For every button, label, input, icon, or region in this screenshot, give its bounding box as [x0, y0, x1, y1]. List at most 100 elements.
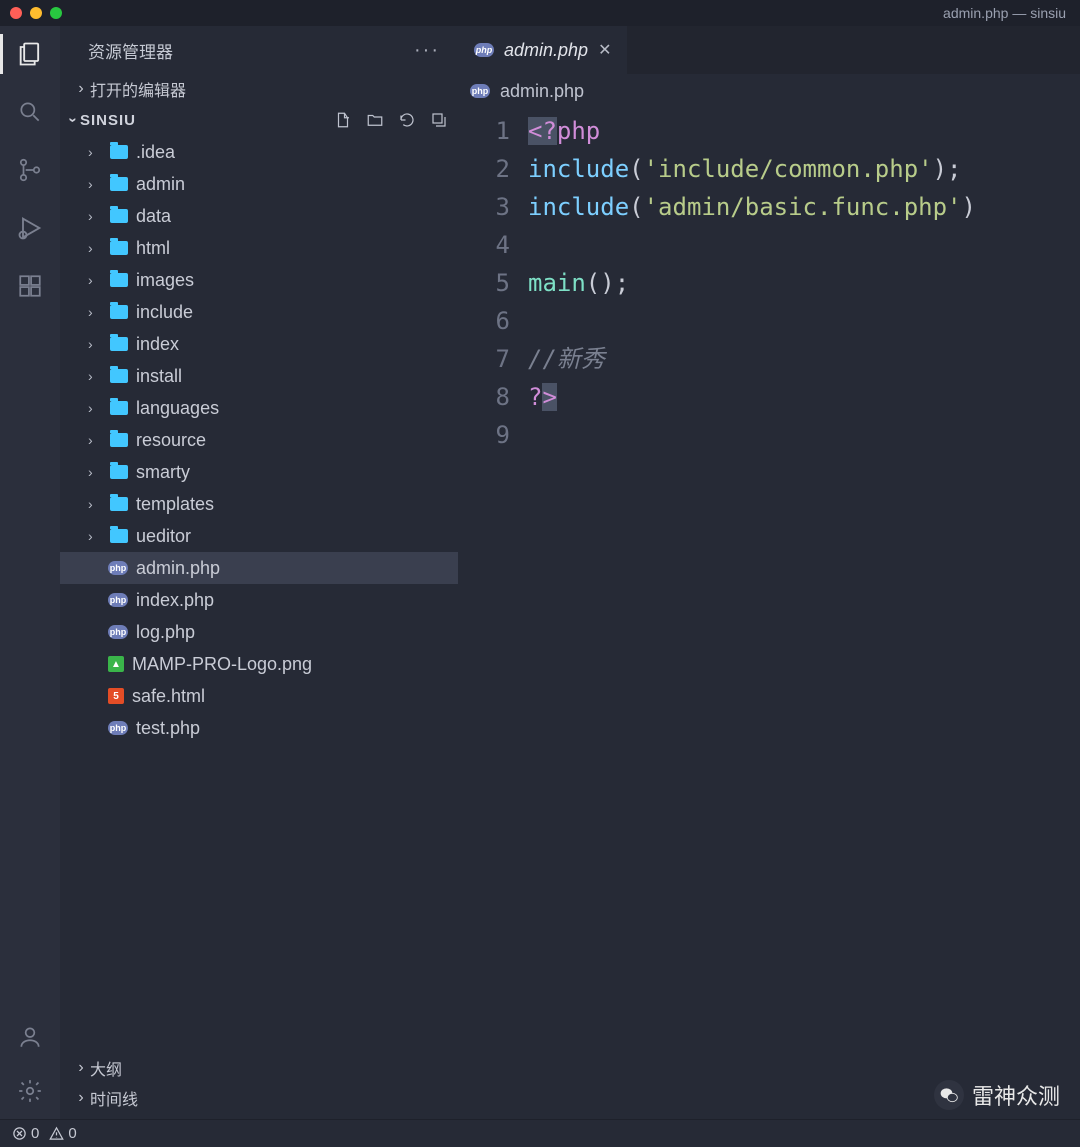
collapse-all-icon[interactable] [430, 111, 448, 129]
file-MAMP-PRO-Logo.png[interactable]: ▲ MAMP-PRO-Logo.png [60, 648, 458, 680]
account-icon[interactable] [16, 1023, 44, 1051]
folder-label: ueditor [136, 526, 191, 547]
refresh-icon[interactable] [398, 111, 416, 129]
folder-label: admin [136, 174, 185, 195]
close-tab-icon[interactable]: ✕ [598, 40, 611, 60]
folder-html[interactable]: ›html [60, 232, 458, 264]
debug-icon[interactable] [16, 214, 44, 242]
explorer-sidebar: 资源管理器 ··· › 打开的编辑器 › SINSIU ›.idea›admin… [60, 26, 458, 1119]
file-label: test.php [136, 718, 200, 739]
folder-label: templates [136, 494, 214, 515]
chevron-right-icon: › [88, 304, 102, 320]
breadcrumb[interactable]: php admin.php [458, 74, 1080, 108]
breadcrumb-file: admin.php [500, 81, 584, 102]
file-label: safe.html [132, 686, 205, 707]
file-test.php[interactable]: php test.php [60, 712, 458, 744]
folder-icon [110, 273, 128, 287]
explorer-header: 资源管理器 ··· [60, 26, 458, 74]
folder-icon [110, 209, 128, 223]
php-icon: php [108, 561, 128, 575]
open-editors-section[interactable]: › 打开的编辑器 [60, 74, 458, 104]
file-tree: ›.idea›admin›data›html›images›include›in… [60, 136, 458, 1053]
html5-icon: 5 [108, 688, 124, 704]
folder-index[interactable]: › index [60, 328, 458, 360]
chevron-right-icon: › [88, 208, 102, 224]
folder-icon [110, 529, 128, 543]
chevron-right-icon: › [88, 496, 102, 512]
extensions-icon[interactable] [16, 272, 44, 300]
warnings-icon[interactable]: 0 [49, 1125, 76, 1142]
file-log.php[interactable]: phplog.php [60, 616, 458, 648]
code-editor[interactable]: 123456789 <?php include('include/common.… [458, 108, 1080, 1119]
minimize-window-icon[interactable] [30, 7, 42, 19]
folder-smarty[interactable]: ›smarty [60, 456, 458, 488]
folder-label: images [136, 270, 194, 291]
php-icon: php [108, 593, 128, 607]
activity-bar [0, 26, 60, 1119]
wechat-icon [934, 1080, 964, 1110]
file-safe.html[interactable]: 5 safe.html [60, 680, 458, 712]
chevron-right-icon: › [72, 80, 90, 98]
explorer-icon[interactable] [16, 40, 44, 68]
image-icon: ▲ [108, 656, 124, 672]
chevron-right-icon: › [88, 336, 102, 352]
folder-label: include [136, 302, 193, 323]
chevron-right-icon: › [72, 1059, 90, 1077]
folder-icon [110, 497, 128, 511]
source-control-icon[interactable] [16, 156, 44, 184]
folder-templates[interactable]: › templates [60, 488, 458, 520]
open-editors-label: 打开的编辑器 [90, 77, 186, 101]
folder-include[interactable]: › include [60, 296, 458, 328]
folder-icon [110, 433, 128, 447]
outline-section[interactable]: › 大纲 [60, 1053, 458, 1083]
folder-images[interactable]: ›images [60, 264, 458, 296]
file-index.php[interactable]: phpindex.php [60, 584, 458, 616]
folder-label: resource [136, 430, 206, 451]
outline-label: 大纲 [90, 1056, 122, 1080]
php-icon: php [108, 625, 128, 639]
folder-label: languages [136, 398, 219, 419]
code-content[interactable]: <?php include('include/common.php'); inc… [528, 108, 1080, 1119]
php-icon: php [474, 43, 494, 57]
close-window-icon[interactable] [10, 7, 22, 19]
folder-ueditor[interactable]: › ueditor [60, 520, 458, 552]
folder-label: index [136, 334, 179, 355]
editor-pane: php admin.php ✕ php admin.php 123456789 … [458, 26, 1080, 1119]
new-folder-icon[interactable] [366, 111, 384, 129]
window-title: admin.php — sinsiu [943, 5, 1066, 21]
title-bar: admin.php — sinsiu [0, 0, 1080, 26]
window-controls [10, 7, 62, 19]
file-label: MAMP-PRO-Logo.png [132, 654, 312, 675]
folder-icon [110, 465, 128, 479]
line-gutter: 123456789 [458, 108, 528, 1119]
project-header[interactable]: › SINSIU [60, 104, 458, 136]
folder-install[interactable]: ›install [60, 360, 458, 392]
folder-.idea[interactable]: ›.idea [60, 136, 458, 168]
folder-icon [110, 369, 128, 383]
settings-gear-icon[interactable] [16, 1077, 44, 1105]
errors-icon[interactable]: 0 [12, 1125, 39, 1142]
folder-label: smarty [136, 462, 190, 483]
maximize-window-icon[interactable] [50, 7, 62, 19]
tab-label: admin.php [504, 40, 588, 61]
watermark-text: 雷神众测 [972, 1079, 1060, 1111]
timeline-section[interactable]: › 时间线 [60, 1083, 458, 1113]
folder-label: .idea [136, 142, 175, 163]
explorer-more-icon[interactable]: ··· [414, 39, 440, 62]
php-icon: php [108, 721, 128, 735]
new-file-icon[interactable] [334, 111, 352, 129]
chevron-right-icon: › [88, 528, 102, 544]
search-icon[interactable] [16, 98, 44, 126]
folder-resource[interactable]: ›resource [60, 424, 458, 456]
project-actions [334, 111, 448, 129]
watermark: 雷神众测 [934, 1079, 1060, 1111]
folder-languages[interactable]: ›languages [60, 392, 458, 424]
folder-label: install [136, 366, 182, 387]
file-admin.php[interactable]: php admin.php [60, 552, 458, 584]
folder-icon [110, 177, 128, 191]
folder-admin[interactable]: ›admin [60, 168, 458, 200]
tab-admin-php[interactable]: php admin.php ✕ [458, 26, 627, 74]
file-label: admin.php [136, 558, 220, 579]
folder-icon [110, 145, 128, 159]
folder-data[interactable]: ›data [60, 200, 458, 232]
